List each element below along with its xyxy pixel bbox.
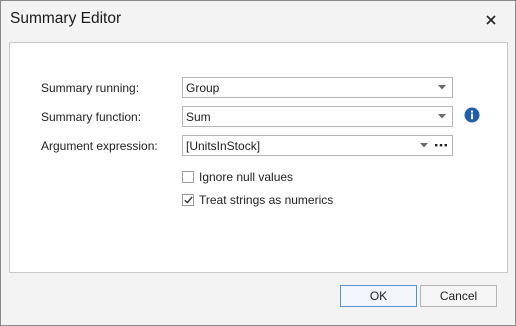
- dialog-title: Summary Editor: [10, 10, 122, 27]
- summary-function-value: Sum: [186, 110, 211, 124]
- ok-button[interactable]: OK: [340, 285, 417, 307]
- ignore-null-values-checkbox[interactable]: [182, 171, 194, 183]
- summary-function-label: Summary function:: [41, 110, 142, 124]
- treat-strings-checkbox[interactable]: [182, 194, 194, 206]
- argument-expression-label: Argument expression:: [41, 139, 158, 153]
- cancel-button[interactable]: Cancel: [420, 285, 497, 307]
- chevron-down-icon[interactable]: [436, 107, 448, 126]
- summary-running-label: Summary running:: [41, 81, 140, 95]
- ignore-null-values-label: Ignore null values: [199, 170, 294, 184]
- treat-strings-option[interactable]: Treat strings as numerics: [182, 192, 333, 208]
- info-icon[interactable]: [464, 107, 480, 123]
- settings-panel: Summary running: Group Summary function:…: [9, 42, 508, 273]
- summary-running-combo[interactable]: Group: [182, 77, 453, 98]
- ellipsis-icon[interactable]: [433, 136, 449, 155]
- close-icon: [486, 15, 496, 25]
- ignore-null-values-option[interactable]: Ignore null values: [182, 169, 293, 185]
- chevron-down-icon[interactable]: [436, 78, 448, 97]
- summary-editor-dialog: Summary Editor Summary running: Group Su…: [0, 0, 516, 326]
- treat-strings-label: Treat strings as numerics: [199, 193, 334, 207]
- summary-function-combo[interactable]: Sum: [182, 106, 453, 127]
- checkmark-icon: [183, 196, 193, 204]
- close-button[interactable]: [481, 10, 501, 30]
- argument-expression-combo[interactable]: [UnitsInStock]: [182, 135, 453, 156]
- chevron-down-icon[interactable]: [418, 136, 430, 155]
- argument-expression-value: [UnitsInStock]: [186, 139, 261, 153]
- title-bar: Summary Editor: [1, 1, 515, 40]
- summary-running-value: Group: [186, 81, 220, 95]
